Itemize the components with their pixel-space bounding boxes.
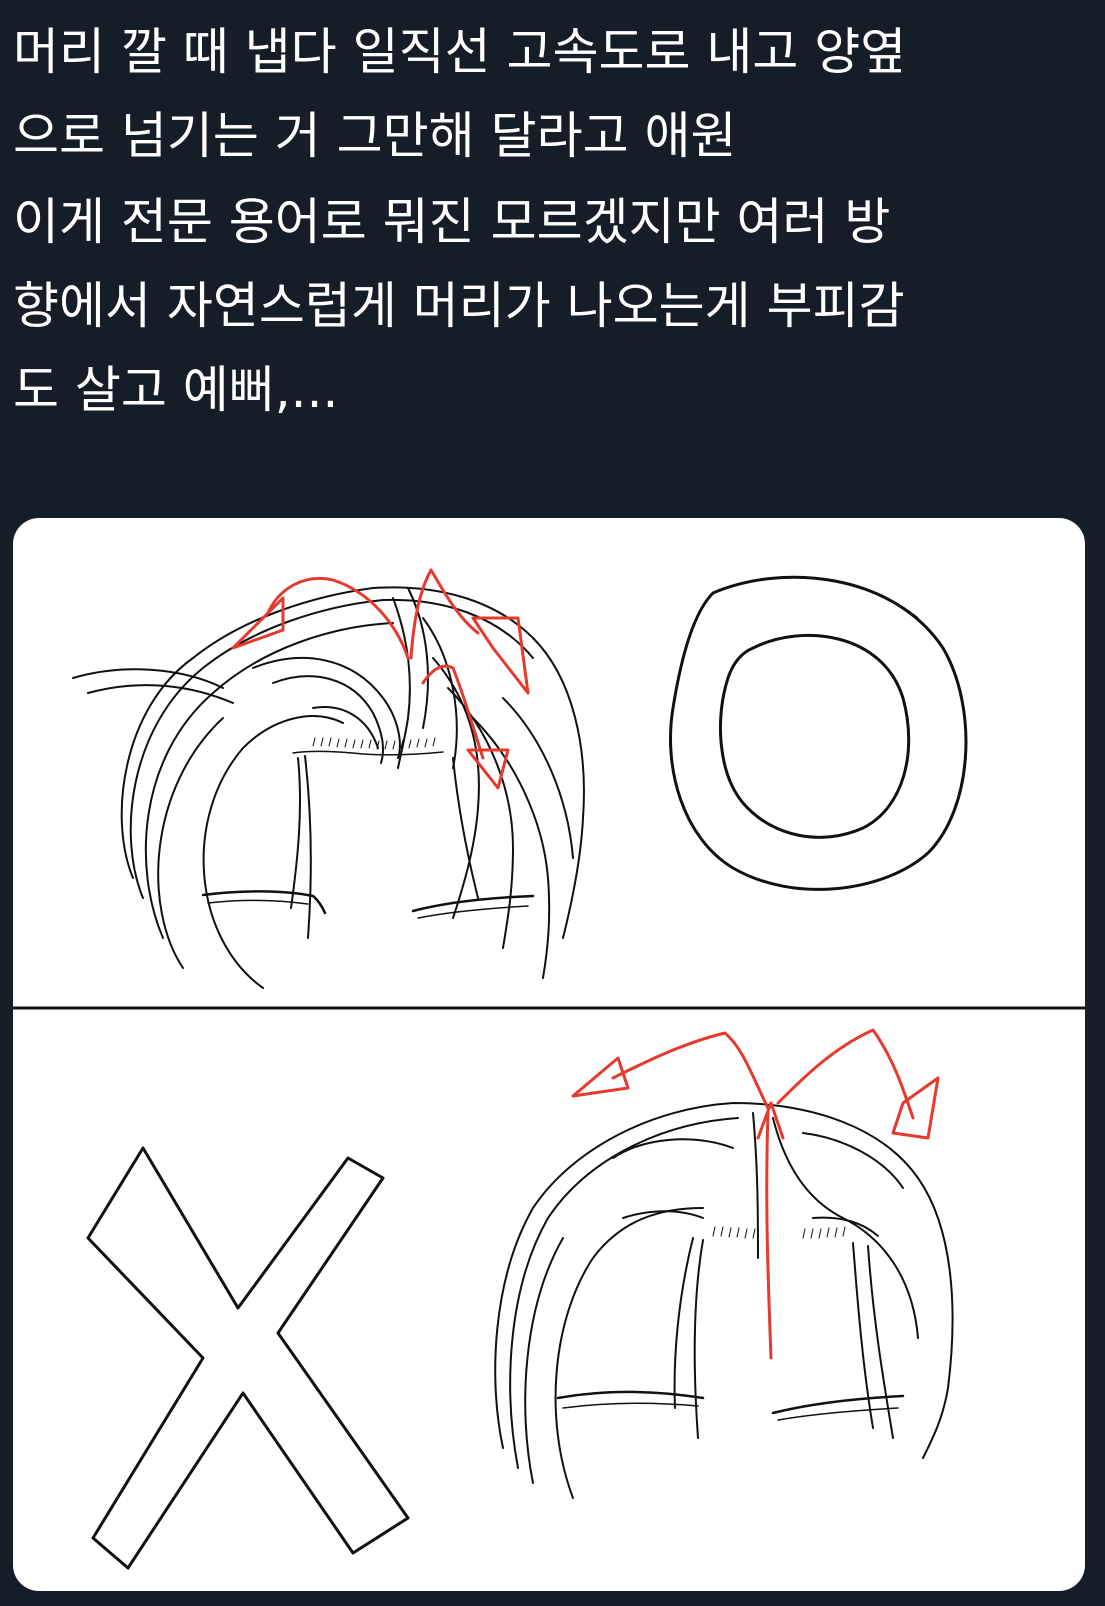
tweet-text-line: 으로 넘기는 거 그만해 달라고 애원 (13, 107, 737, 165)
center-part-arrows (571, 1028, 940, 1360)
tweet-text: 머리 깔 때 냅다 일직선 고속도로 내고 양옆 으로 넘기는 거 그만해 달라… (13, 10, 1093, 432)
tweet-screen: 머리 깔 때 냅다 일직선 고속도로 내고 양옆 으로 넘기는 거 그만해 달라… (0, 0, 1105, 1606)
good-mark-icon (669, 575, 968, 891)
tweet-text-line: 도 살고 예뻐,... (13, 361, 339, 419)
good-hair-sketch (72, 586, 585, 989)
tweet-text-line: 향에서 자연스럽게 머리가 나오는게 부피감 (13, 277, 905, 335)
tweet-text-line: 이게 전문 용어로 뭐진 모르겠지만 여러 방 (13, 193, 891, 251)
tweet-text-line: 머리 깔 때 냅다 일직선 고속도로 내고 양옆 (13, 23, 907, 81)
tweet-media-image[interactable] (13, 518, 1085, 1591)
bad-mark-icon (86, 1146, 410, 1570)
bad-hair-sketch (494, 1101, 954, 1499)
